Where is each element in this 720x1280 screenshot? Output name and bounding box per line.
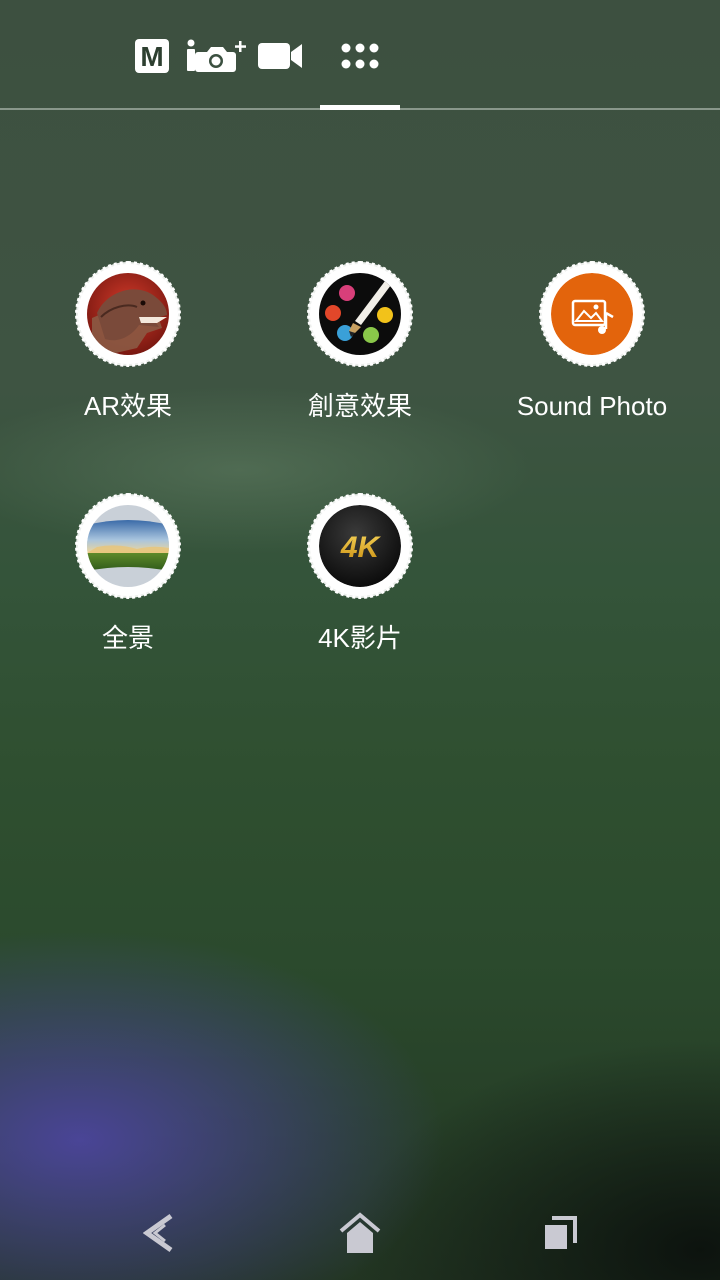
back-button[interactable] (130, 1208, 190, 1258)
app-ar-effect[interactable]: AR效果 (18, 261, 238, 422)
home-button[interactable] (330, 1208, 390, 1258)
app-label: 4K影片 (318, 623, 402, 653)
app-icon-frame (539, 261, 645, 367)
app-icon-frame (307, 261, 413, 367)
svg-text:M: M (140, 41, 163, 72)
camera-apps-button[interactable] (336, 34, 384, 78)
4k-video-icon: 4K (319, 505, 401, 587)
back-icon (143, 1213, 173, 1253)
app-creative-effect[interactable]: 創意效果 (250, 261, 470, 422)
manual-mode-icon: M (135, 39, 169, 73)
recents-button[interactable] (530, 1208, 590, 1258)
app-sound-photo[interactable]: Sound Photo (482, 261, 702, 422)
video-camera-icon (258, 43, 302, 69)
app-4k-video[interactable]: 4K 4K影片 (250, 493, 470, 654)
palette-icon (319, 273, 401, 355)
app-icon-frame (75, 261, 181, 367)
camera-plus-icon (187, 39, 246, 72)
app-label: Sound Photo (516, 391, 668, 421)
app-icon-frame: 4K (307, 493, 413, 599)
svg-text:4K: 4K (340, 531, 382, 564)
navigation-bar (0, 1180, 720, 1280)
app-label: 全景 (101, 623, 154, 653)
home-icon (339, 1212, 381, 1253)
selected-mode-indicator (320, 105, 400, 110)
panorama-icon (87, 505, 169, 587)
apps-grid-icon (341, 43, 379, 69)
camera-mode-bar: M (0, 0, 720, 110)
app-panorama[interactable]: 全景 (18, 493, 238, 654)
app-label: AR效果 (83, 391, 173, 421)
sound-photo-icon (551, 273, 633, 355)
dinosaur-icon (87, 273, 169, 355)
video-mode-button[interactable] (256, 34, 304, 78)
app-label: 創意效果 (307, 391, 412, 421)
app-icon-frame (75, 493, 181, 599)
manual-mode-button[interactable]: M (130, 34, 174, 78)
superior-auto-mode-button[interactable] (184, 34, 250, 78)
recents-icon (545, 1216, 577, 1249)
